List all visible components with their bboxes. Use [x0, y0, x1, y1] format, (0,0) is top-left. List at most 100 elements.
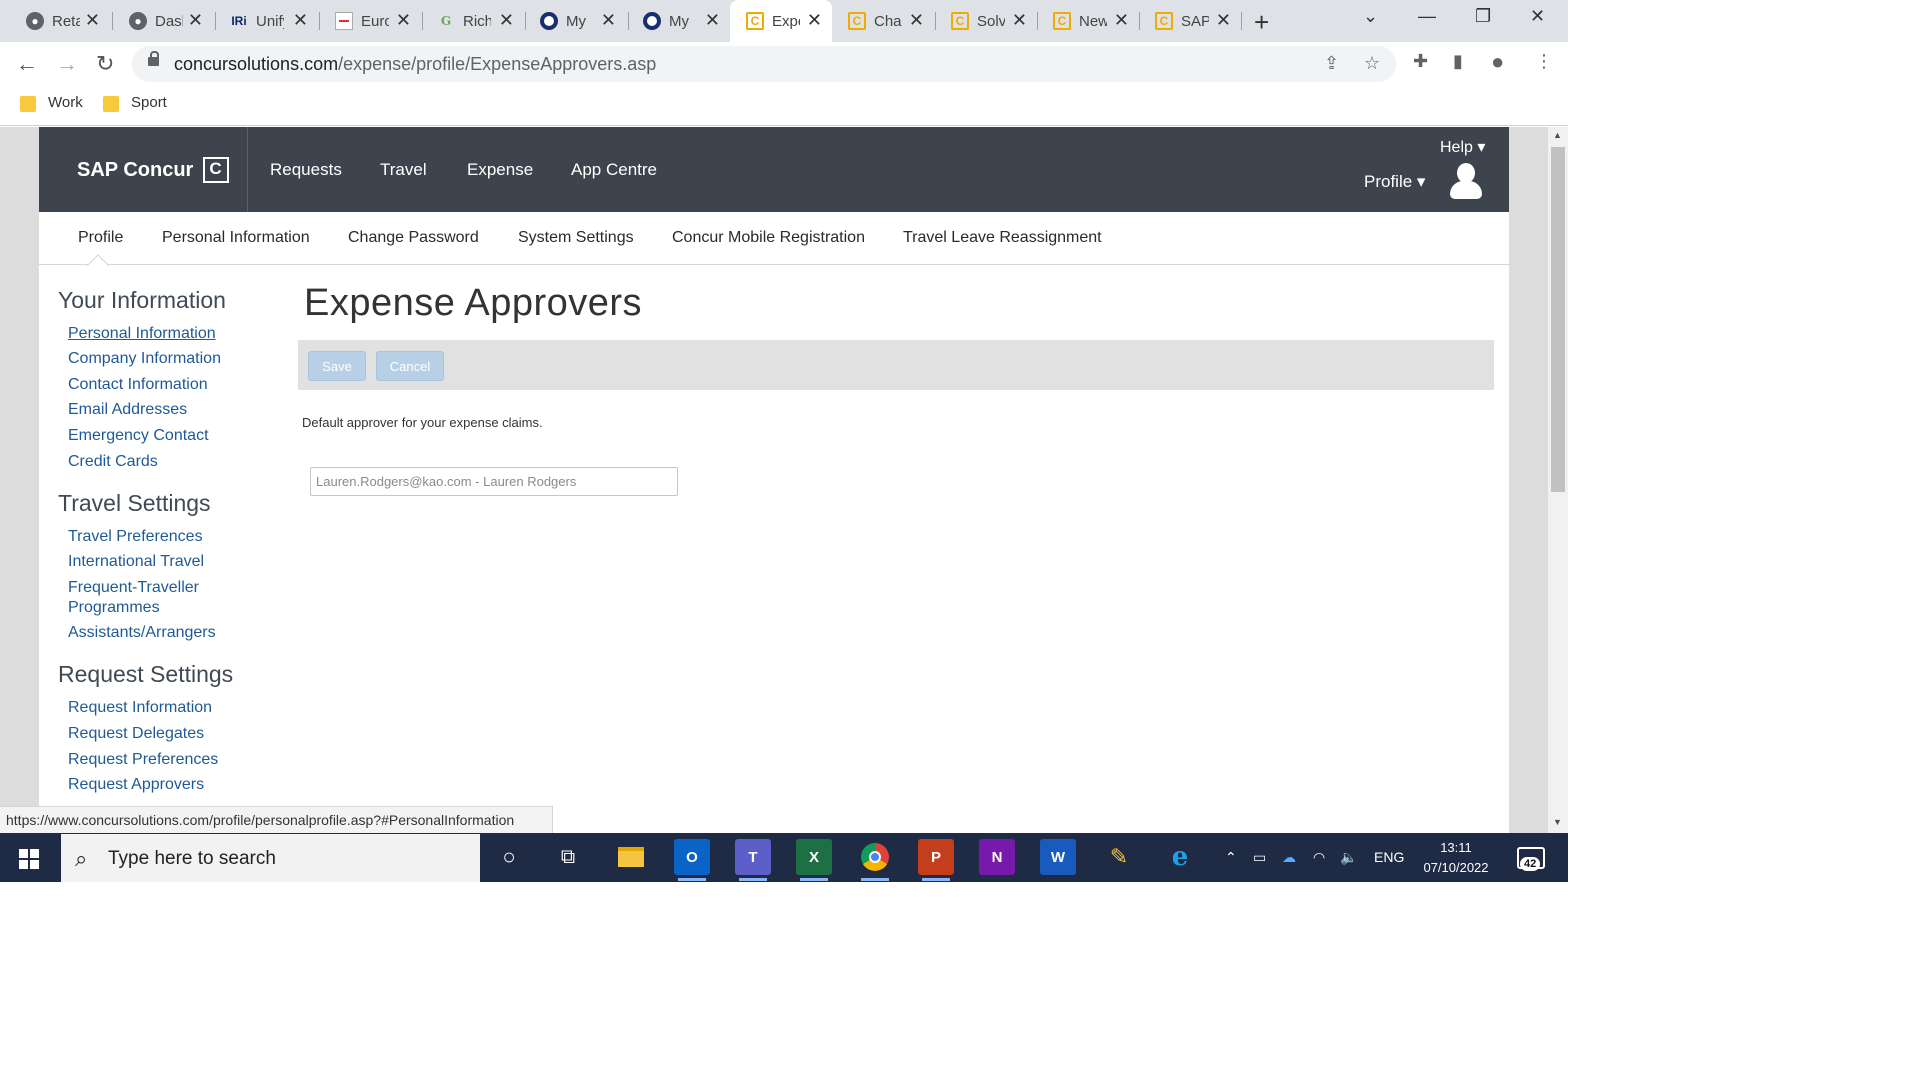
page-scrollbar[interactable]: ▲ ▼	[1548, 127, 1568, 833]
battery-icon[interactable]: ▭	[1253, 849, 1266, 866]
sidebar-link-contact-information[interactable]: Contact Information	[68, 375, 208, 395]
cancel-button[interactable]: Cancel	[376, 351, 444, 381]
system-clock[interactable]: 13:11 07/10/2022	[1412, 838, 1500, 878]
task-view-icon[interactable]: ⧉	[550, 839, 586, 875]
subnav-personal-information[interactable]: Personal Information	[162, 229, 310, 247]
pen-icon[interactable]: ✎	[1101, 839, 1137, 875]
onedrive-icon[interactable]: ☁	[1282, 849, 1296, 866]
close-tab-icon[interactable]: ✕	[1012, 10, 1027, 31]
teams-icon[interactable]: T	[735, 839, 771, 881]
account-icon[interactable]: ●	[1491, 49, 1504, 75]
sidebar-link-credit-cards[interactable]: Credit Cards	[68, 452, 158, 472]
browser-tab[interactable]: C Solve ✕	[935, 6, 1037, 36]
close-tab-icon[interactable]: ✕	[705, 10, 720, 31]
subnav-system-settings[interactable]: System Settings	[518, 229, 634, 247]
subnav-concur-mobile-registration[interactable]: Concur Mobile Registration	[672, 229, 865, 247]
address-bar[interactable]: concursolutions.com/expense/profile/Expe…	[132, 46, 1396, 82]
browser-tab[interactable]: My ✕	[524, 6, 626, 36]
close-tab-icon[interactable]: ✕	[293, 10, 308, 31]
word-icon[interactable]: W	[1040, 839, 1076, 875]
browser-tab[interactable]: Euro ✕	[319, 6, 421, 36]
scroll-thumb[interactable]	[1551, 147, 1565, 492]
file-explorer-icon[interactable]	[613, 839, 649, 875]
bookmark-star-icon[interactable]: ☆	[1364, 53, 1380, 74]
subnav-profile[interactable]: Profile	[78, 229, 123, 247]
excel-icon[interactable]: X	[796, 839, 832, 881]
profile-menu[interactable]: Profile ▾	[1364, 172, 1425, 192]
nav-app-centre[interactable]: App Centre	[571, 160, 657, 180]
sidebar-link-personal-information[interactable]: Personal Information	[68, 324, 216, 344]
browser-tab-active[interactable]: C Expense Approvers ✕	[730, 0, 832, 42]
bookmark-folder-sport[interactable]: Sport	[103, 94, 167, 112]
wifi-icon[interactable]: ◠	[1313, 849, 1325, 866]
outlook-icon[interactable]: O	[674, 839, 710, 881]
sidebar-link-request-delegates[interactable]: Request Delegates	[68, 724, 204, 744]
subnav-travel-leave-reassignment[interactable]: Travel Leave Reassignment	[903, 229, 1102, 247]
menu-icon[interactable]: ⋮	[1535, 51, 1553, 72]
sidebar-link-company-information[interactable]: Company Information	[68, 349, 221, 369]
browser-tab[interactable]: C Change ✕	[832, 6, 934, 36]
help-menu[interactable]: Help ▾	[1440, 137, 1485, 157]
sap-concur-logo[interactable]: SAP Concur	[77, 157, 230, 183]
close-tab-icon[interactable]: ✕	[601, 10, 616, 31]
sidebar-link-emergency-contact[interactable]: Emergency Contact	[68, 426, 209, 446]
nav-expense[interactable]: Expense	[467, 160, 533, 180]
chrome-icon[interactable]	[857, 839, 893, 881]
volume-icon[interactable]: 🔈	[1340, 849, 1357, 866]
taskbar-search-box[interactable]: ⌕ Type here to search	[61, 834, 480, 882]
nav-requests[interactable]: Requests	[270, 160, 342, 180]
sidebar-link-international-travel[interactable]: International Travel	[68, 552, 204, 572]
close-window-icon[interactable]: ✕	[1530, 6, 1545, 27]
browser-tab[interactable]: C SAP ✕	[1139, 6, 1241, 36]
concur-icon: C	[848, 12, 866, 30]
browser-tab[interactable]: G Rich ✕	[421, 6, 524, 36]
sidebar-link-frequent-traveller-programmes[interactable]: Programmes	[68, 598, 160, 618]
back-icon[interactable]: ←	[16, 51, 38, 77]
onenote-icon[interactable]: N	[979, 839, 1015, 875]
nav-travel[interactable]: Travel	[380, 160, 427, 180]
close-tab-icon[interactable]: ✕	[1216, 10, 1231, 31]
close-tab-icon[interactable]: ✕	[85, 10, 100, 31]
windows-start-icon[interactable]	[19, 849, 39, 869]
bookmark-folder-work[interactable]: Work	[20, 94, 83, 112]
restore-icon[interactable]: ❐	[1475, 6, 1491, 27]
side-panel-icon[interactable]: ▮	[1453, 51, 1463, 72]
forward-icon[interactable]: →	[56, 51, 78, 77]
scroll-up-icon[interactable]: ▲	[1553, 130, 1562, 140]
sidebar-link-travel-preferences[interactable]: Travel Preferences	[68, 527, 203, 547]
subnav-change-password[interactable]: Change Password	[348, 229, 479, 247]
extensions-icon[interactable]: ✚	[1413, 51, 1428, 72]
close-tab-icon[interactable]: ✕	[499, 10, 514, 31]
internet-explorer-icon[interactable]: e	[1162, 839, 1198, 875]
browser-tab[interactable]: IRi Unify ✕	[214, 6, 318, 36]
scroll-down-icon[interactable]: ▼	[1553, 817, 1562, 827]
show-hidden-icons-icon[interactable]: ⌃	[1225, 849, 1237, 866]
cortana-icon[interactable]: ○	[491, 839, 527, 875]
tab-search-icon[interactable]: ⌄	[1363, 6, 1378, 27]
save-button[interactable]: Save	[308, 351, 366, 381]
close-tab-icon[interactable]: ✕	[807, 10, 822, 31]
sidebar-link-request-preferences[interactable]: Request Preferences	[68, 750, 218, 770]
sidebar-heading-your-information: Your Information	[58, 287, 226, 313]
close-tab-icon[interactable]: ✕	[188, 10, 203, 31]
close-tab-icon[interactable]: ✕	[396, 10, 411, 31]
expense-approver-field[interactable]: Lauren.Rodgers@kao.com - Lauren Rodgers	[310, 467, 678, 496]
sidebar-link-assistants-arrangers[interactable]: Assistants/Arrangers	[68, 623, 216, 643]
new-tab-button[interactable]: +	[1254, 7, 1269, 38]
browser-tab[interactable]: ● Retail ✕	[10, 6, 110, 36]
sidebar-link-frequent-traveller[interactable]: Frequent-Traveller	[68, 578, 199, 598]
browser-tab[interactable]: My ✕	[627, 6, 730, 36]
minimize-icon[interactable]: —	[1418, 6, 1436, 27]
language-indicator[interactable]: ENG	[1374, 849, 1404, 865]
close-tab-icon[interactable]: ✕	[909, 10, 924, 31]
close-tab-icon[interactable]: ✕	[1114, 10, 1129, 31]
avatar[interactable]	[1449, 163, 1483, 201]
sidebar-link-request-approvers[interactable]: Request Approvers	[68, 775, 204, 795]
powerpoint-icon[interactable]: P	[918, 839, 954, 881]
reload-icon[interactable]: ↻	[96, 51, 114, 77]
share-icon[interactable]: ⇪	[1324, 53, 1339, 74]
browser-tab[interactable]: C New ✕	[1037, 6, 1139, 36]
browser-tab[interactable]: ● Dashboard ✕	[113, 6, 213, 36]
sidebar-link-email-addresses[interactable]: Email Addresses	[68, 400, 187, 420]
sidebar-link-request-information[interactable]: Request Information	[68, 698, 212, 718]
